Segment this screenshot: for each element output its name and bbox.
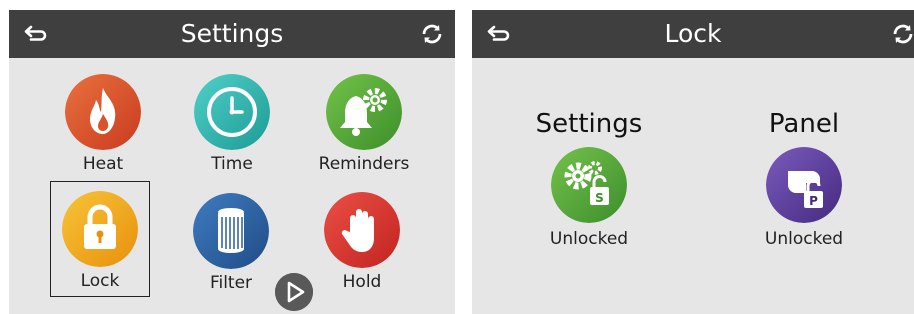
tile-label: Time xyxy=(211,154,253,174)
panel-unlock-icon[interactable]: P xyxy=(766,147,842,223)
settings-unlock-icon[interactable]: S xyxy=(551,147,627,223)
hand-stop-icon xyxy=(324,192,400,268)
tile-label: Heat xyxy=(82,154,124,174)
tile-filter[interactable]: Filter xyxy=(181,193,281,303)
tile-lock[interactable]: Lock xyxy=(50,191,150,301)
settings-lock-section: Settings S Unlocked xyxy=(509,109,669,259)
panel-lock-state: Unlocked xyxy=(764,229,844,249)
clock-icon xyxy=(194,74,270,150)
settings-title: Settings xyxy=(180,19,284,48)
flame-icon xyxy=(65,74,141,150)
svg-text:P: P xyxy=(809,194,818,208)
play-next-icon[interactable] xyxy=(275,273,313,311)
svg-text:S: S xyxy=(595,191,604,205)
tile-hold[interactable]: Hold xyxy=(312,192,412,302)
lock-top-bar: Lock xyxy=(472,10,914,58)
lock-title: Lock xyxy=(664,19,722,48)
refresh-icon[interactable] xyxy=(890,22,914,46)
refresh-icon[interactable] xyxy=(419,22,445,46)
settings-screen: Settings Heat Time Reminders Lock Filter… xyxy=(9,10,455,314)
bell-gear-icon xyxy=(326,74,402,150)
settings-lock-state: Unlocked xyxy=(549,229,629,249)
settings-lock-heading: Settings xyxy=(535,109,643,139)
filter-cartridge-icon xyxy=(193,193,269,269)
settings-top-bar: Settings xyxy=(9,10,455,58)
panel-lock-section: Panel P Unlocked xyxy=(724,109,884,259)
tile-time[interactable]: Time xyxy=(182,74,282,184)
padlock-icon xyxy=(62,191,138,267)
tile-label: Reminders xyxy=(318,154,410,174)
tile-reminders[interactable]: Reminders xyxy=(314,74,414,184)
lock-screen: Lock Settings S Unlocked Panel P Unlocke… xyxy=(472,10,914,314)
tile-label: Filter xyxy=(209,273,253,293)
tile-heat[interactable]: Heat xyxy=(53,74,153,184)
panel-lock-heading: Panel xyxy=(768,109,840,139)
tile-label: Hold xyxy=(342,272,382,292)
tile-label: Lock xyxy=(80,271,120,291)
